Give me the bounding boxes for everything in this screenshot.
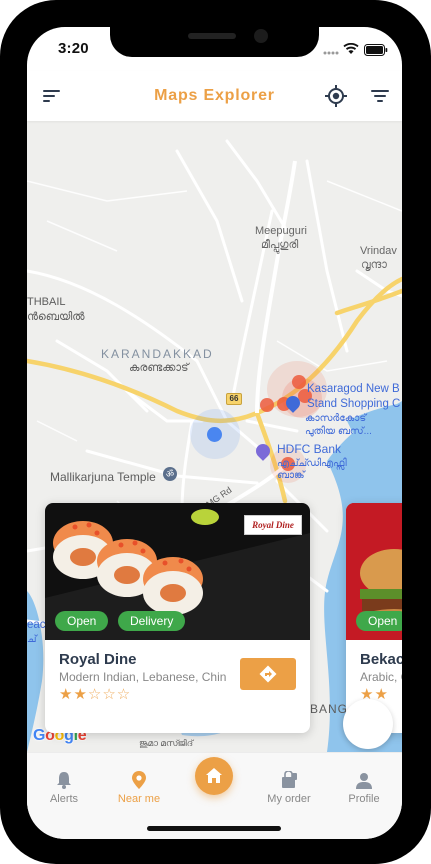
directions-icon xyxy=(259,665,277,683)
nav-label-profile: Profile xyxy=(348,793,380,805)
filter-button[interactable] xyxy=(365,81,395,111)
map-label-meepuguri: Meepuguri xyxy=(255,225,307,237)
map-label-hdfc: HDFC Bank xyxy=(277,442,342,456)
map-control-button[interactable] xyxy=(343,699,393,749)
user-icon xyxy=(356,773,372,789)
signal-icon xyxy=(323,51,339,55)
nav-label-alerts: Alerts xyxy=(49,793,79,805)
device-notch xyxy=(110,27,319,57)
restaurant-cuisine: Arabic, C xyxy=(360,670,402,684)
nav-item-profile[interactable]: Profile xyxy=(329,767,399,805)
locate-button[interactable] xyxy=(321,81,351,111)
bell-icon xyxy=(57,772,71,789)
map-label-vrinda: Vrindav xyxy=(360,245,397,257)
nav-label-near-me: Near me xyxy=(117,793,161,805)
restaurant-name: Bekac xyxy=(360,651,402,668)
open-tag: Open xyxy=(55,611,109,631)
map-label-busstand-1: Kasaragod New B xyxy=(307,383,400,395)
status-time: 3:20 xyxy=(58,40,89,57)
route-66-shield: 66 xyxy=(226,393,242,405)
nav-label-my-order: My order xyxy=(267,793,311,805)
nav-item-alerts[interactable]: Alerts xyxy=(29,767,99,805)
map-label-vrinda-ml: വൃന്ദാ xyxy=(361,259,387,271)
restaurant-name: Royal Dine xyxy=(59,651,137,668)
home-button[interactable] xyxy=(195,757,233,795)
restaurant-card-bekac[interactable]: Open Bekac Arabic, C ★★ xyxy=(346,503,402,733)
royal-dine-logo: Royal Dine xyxy=(244,515,302,535)
wifi-icon xyxy=(343,43,359,54)
map-label-thbail: THBAIL xyxy=(27,296,66,308)
nav-item-near-me[interactable]: Near me xyxy=(104,767,174,805)
directions-button[interactable] xyxy=(240,658,296,690)
gps-target-icon xyxy=(325,85,347,107)
nav-item-my-order[interactable]: My order xyxy=(254,767,324,805)
restaurant-carousel[interactable]: Royal Dine Open Delivery Royal Dine Mode… xyxy=(27,503,402,733)
map-label-thbail-ml: ൻബെയിൽ xyxy=(27,311,85,323)
map-label-karandakkad: KARANDAKKAD xyxy=(101,347,214,361)
map-label-busstand-ml2: പുതിയ ബസ്... xyxy=(305,426,372,437)
map-label-karandakkad-ml: കരണ്ടക്കാട് xyxy=(129,362,189,374)
home-indicator xyxy=(147,826,281,831)
filter-lines-icon xyxy=(371,90,389,102)
user-location-dot xyxy=(207,427,222,442)
restaurant-marker[interactable] xyxy=(260,398,274,412)
app-header: Maps Explorer xyxy=(27,71,402,121)
open-tag: Open xyxy=(356,611,402,631)
temple-icon: ॐ xyxy=(163,467,177,481)
map-label-mosque: ജുമാ മസ്ജിദ് xyxy=(139,738,194,748)
map-pin-icon xyxy=(132,771,146,789)
map-label-meepuguri-ml: മീപ്പുഗുരി xyxy=(261,239,299,251)
map-view[interactable]: 66 Meepuguri മീപ്പുഗുരി Vrindav വൃന്ദാ T… xyxy=(27,121,402,752)
bottom-navigation: Alerts Near me My order Profile xyxy=(27,752,402,839)
delivery-tag: Delivery xyxy=(118,611,186,631)
map-label-busstand-2: Stand Shopping C xyxy=(307,398,401,410)
map-label-busstand-ml1: കാസർകോട് xyxy=(305,413,367,424)
order-bag-icon xyxy=(282,771,297,788)
map-label-temple: Mallikarjuna Temple xyxy=(50,470,156,484)
rating-stars: ★★☆☆☆ xyxy=(59,686,132,703)
map-label-hdfc-ml2: ബാങ്ക് xyxy=(277,470,305,481)
battery-icon xyxy=(364,44,388,56)
home-icon xyxy=(206,768,222,783)
screen: 66 Meepuguri മീപ്പുഗുരി Vrindav വൃന്ദാ T… xyxy=(27,27,402,839)
restaurant-marker[interactable] xyxy=(292,375,306,389)
restaurant-cuisine: Modern Indian, Lebanese, Chinese xyxy=(59,670,227,684)
restaurant-card-royal-dine[interactable]: Royal Dine Open Delivery Royal Dine Mode… xyxy=(45,503,310,733)
